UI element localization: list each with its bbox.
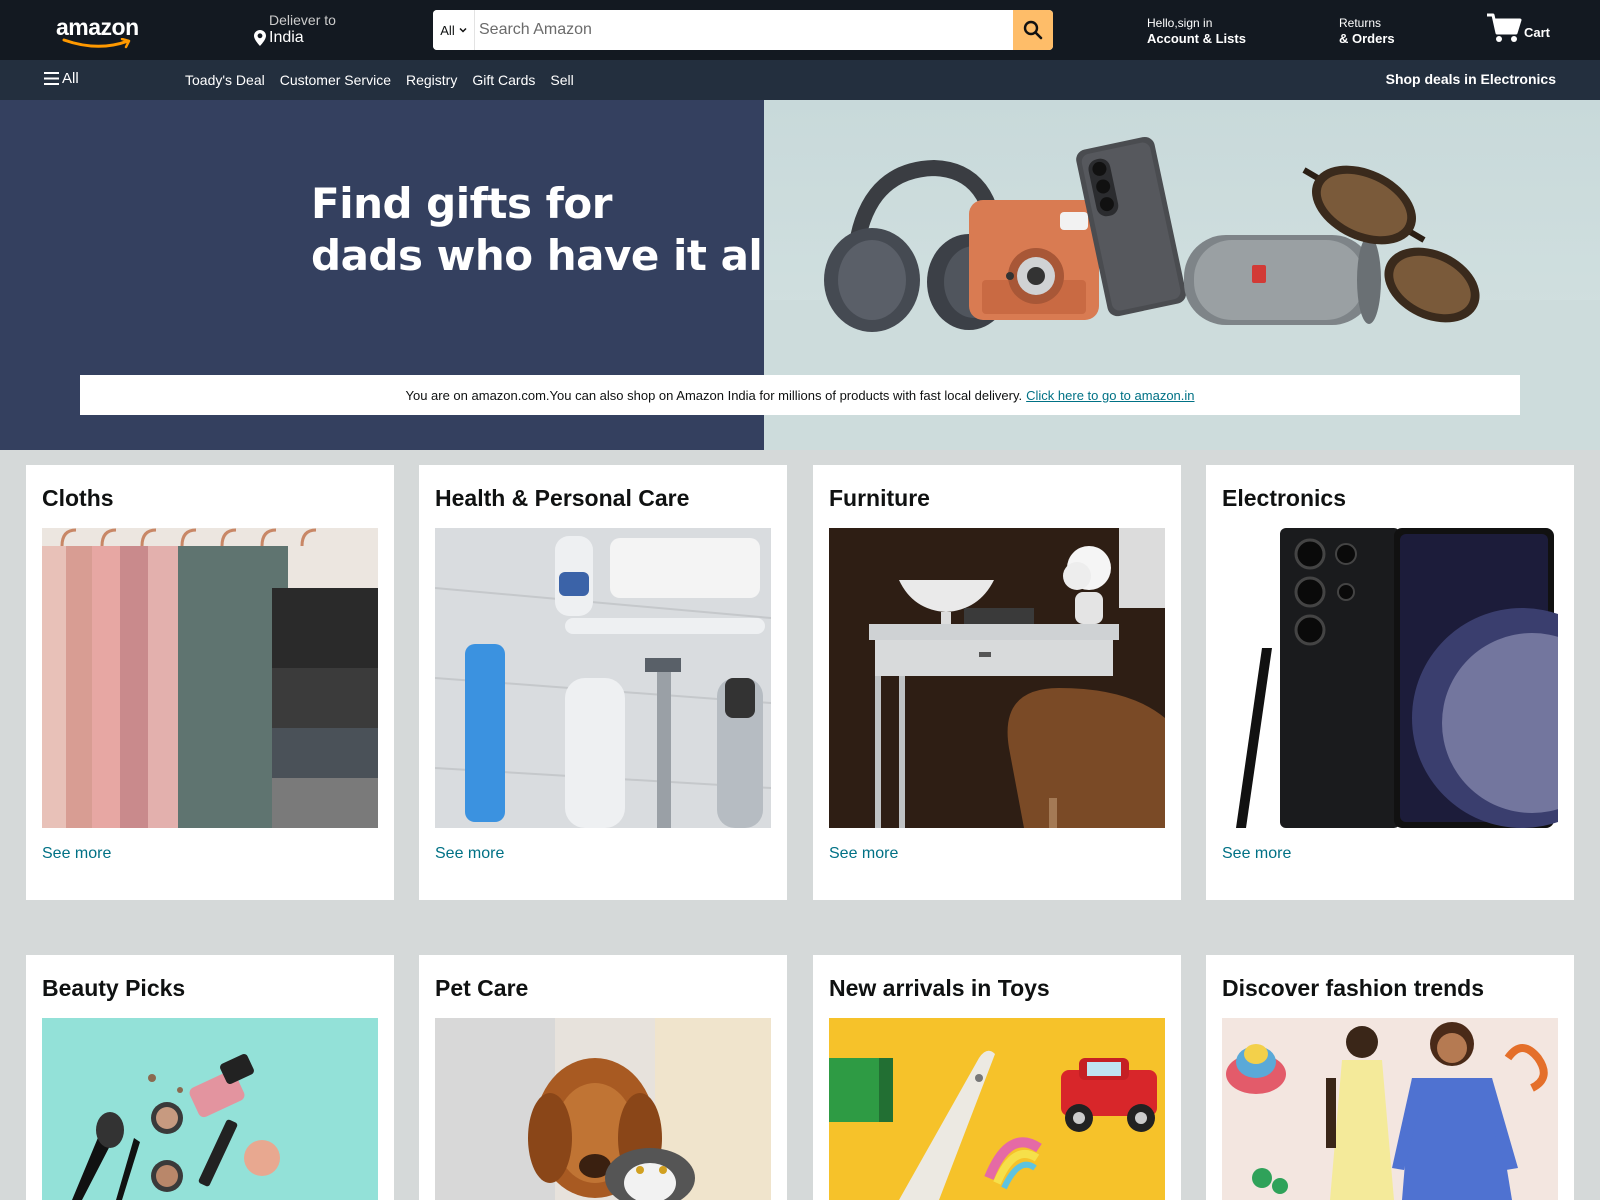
card-title: Electronics [1222, 485, 1346, 511]
go-to-amazon-in-link[interactable]: Click here to go to amazon.in [1026, 388, 1194, 403]
subnav-link-gift-cards[interactable]: Gift Cards [472, 72, 535, 88]
cart-button[interactable]: Cart [1486, 12, 1550, 44]
top-navigation-bar: amazon Deliever to India All Hello,sign … [0, 0, 1600, 60]
all-menu-button[interactable]: All [44, 70, 79, 87]
see-more-link[interactable]: See more [435, 845, 504, 863]
see-more-link[interactable]: See more [1222, 845, 1291, 863]
hamburger-menu-icon [44, 72, 59, 85]
search-button[interactable] [1013, 10, 1053, 50]
orders-label: & Orders [1339, 31, 1395, 46]
category-card-toys: New arrivals in Toys [813, 955, 1181, 1200]
card-image-beauty[interactable] [42, 1018, 378, 1200]
see-more-link[interactable]: See more [42, 845, 111, 863]
search-input[interactable] [475, 10, 1008, 50]
card-title: Beauty Picks [42, 975, 186, 1001]
subnav-links: Toady's Deal Customer Service Registry G… [185, 72, 574, 88]
see-more-link[interactable]: See more [829, 845, 898, 863]
category-card-fashion: Discover fashion trends [1206, 955, 1574, 1200]
account-and-lists[interactable]: Hello,sign in Account & Lists [1147, 16, 1246, 46]
account-label: Account & Lists [1147, 31, 1246, 46]
category-card-furniture: Furniture See more [813, 465, 1181, 900]
category-card-cloths: Cloths See more [26, 465, 394, 900]
card-title: Furniture [829, 485, 930, 511]
logo-smile-icon [62, 38, 131, 49]
subnav-link-sell[interactable]: Sell [550, 72, 573, 88]
cloths-image [42, 528, 378, 828]
speaker-illustration [1184, 235, 1381, 325]
card-image-fashion[interactable] [1222, 1018, 1558, 1200]
category-card-pet-care: Pet Care [419, 955, 787, 1200]
category-card-beauty: Beauty Picks [26, 955, 394, 1200]
returns-label: Returns [1339, 16, 1382, 30]
secondary-navigation-bar: All Toady's Deal Customer Service Regist… [0, 60, 1600, 100]
card-title: Cloths [42, 485, 114, 511]
beauty-picks-image [42, 1018, 378, 1200]
locale-notice-text: You are on amazon.com.You can also shop … [405, 387, 1023, 403]
card-image-pet-care[interactable] [435, 1018, 771, 1200]
all-menu-label: All [62, 70, 79, 87]
card-title: New arrivals in Toys [829, 975, 1050, 1001]
logo-text: amazon [56, 14, 139, 40]
hero-title-line2: dads who have it all [311, 231, 777, 280]
card-title: Discover fashion trends [1222, 975, 1485, 1001]
fashion-trends-image [1222, 1018, 1558, 1200]
search-bar: All [433, 10, 1053, 50]
pet-care-image [435, 1018, 771, 1200]
search-category-label: All [440, 22, 455, 38]
card-image-cloths[interactable] [42, 528, 378, 828]
deliver-location: India [269, 29, 304, 46]
hero-title-line1: Find gifts for [311, 179, 612, 228]
health-care-image [435, 528, 771, 828]
card-image-furniture[interactable] [829, 528, 1165, 828]
card-image-electronics[interactable] [1222, 528, 1558, 828]
search-category-select[interactable]: All [433, 10, 475, 50]
subnav-link-customer-service[interactable]: Customer Service [280, 72, 391, 88]
instant-camera-illustration [969, 200, 1099, 320]
chevron-down-icon [459, 27, 467, 33]
shop-deals-electronics-link[interactable]: Shop deals in Electronics [1386, 71, 1556, 87]
amazon-logo[interactable]: amazon [56, 14, 142, 49]
category-card-health: Health & Personal Care See more [419, 465, 787, 900]
card-title: Health & Personal Care [435, 485, 690, 511]
furniture-image [829, 528, 1165, 828]
subnav-link-todays-deal[interactable]: Toady's Deal [185, 72, 265, 88]
hero-title: Find gifts for dads who have it all [311, 178, 777, 282]
deliver-to-label: Deliever to [269, 12, 336, 28]
location-pin-icon [254, 30, 266, 46]
cart-label: Cart [1524, 25, 1551, 40]
subnav-link-registry[interactable]: Registry [406, 72, 457, 88]
account-greeting: Hello,sign in [1147, 16, 1213, 30]
card-image-toys[interactable] [829, 1018, 1165, 1200]
toys-image [829, 1018, 1165, 1200]
category-card-electronics: Electronics See more [1206, 465, 1574, 900]
card-title: Pet Care [435, 975, 529, 1001]
card-image-health[interactable] [435, 528, 771, 828]
cart-icon [1487, 13, 1522, 42]
locale-notice-banner: You are on amazon.com.You can also shop … [80, 375, 1520, 415]
search-icon [1023, 20, 1043, 40]
electronics-image [1222, 528, 1558, 828]
returns-and-orders[interactable]: Returns & Orders [1339, 16, 1395, 46]
